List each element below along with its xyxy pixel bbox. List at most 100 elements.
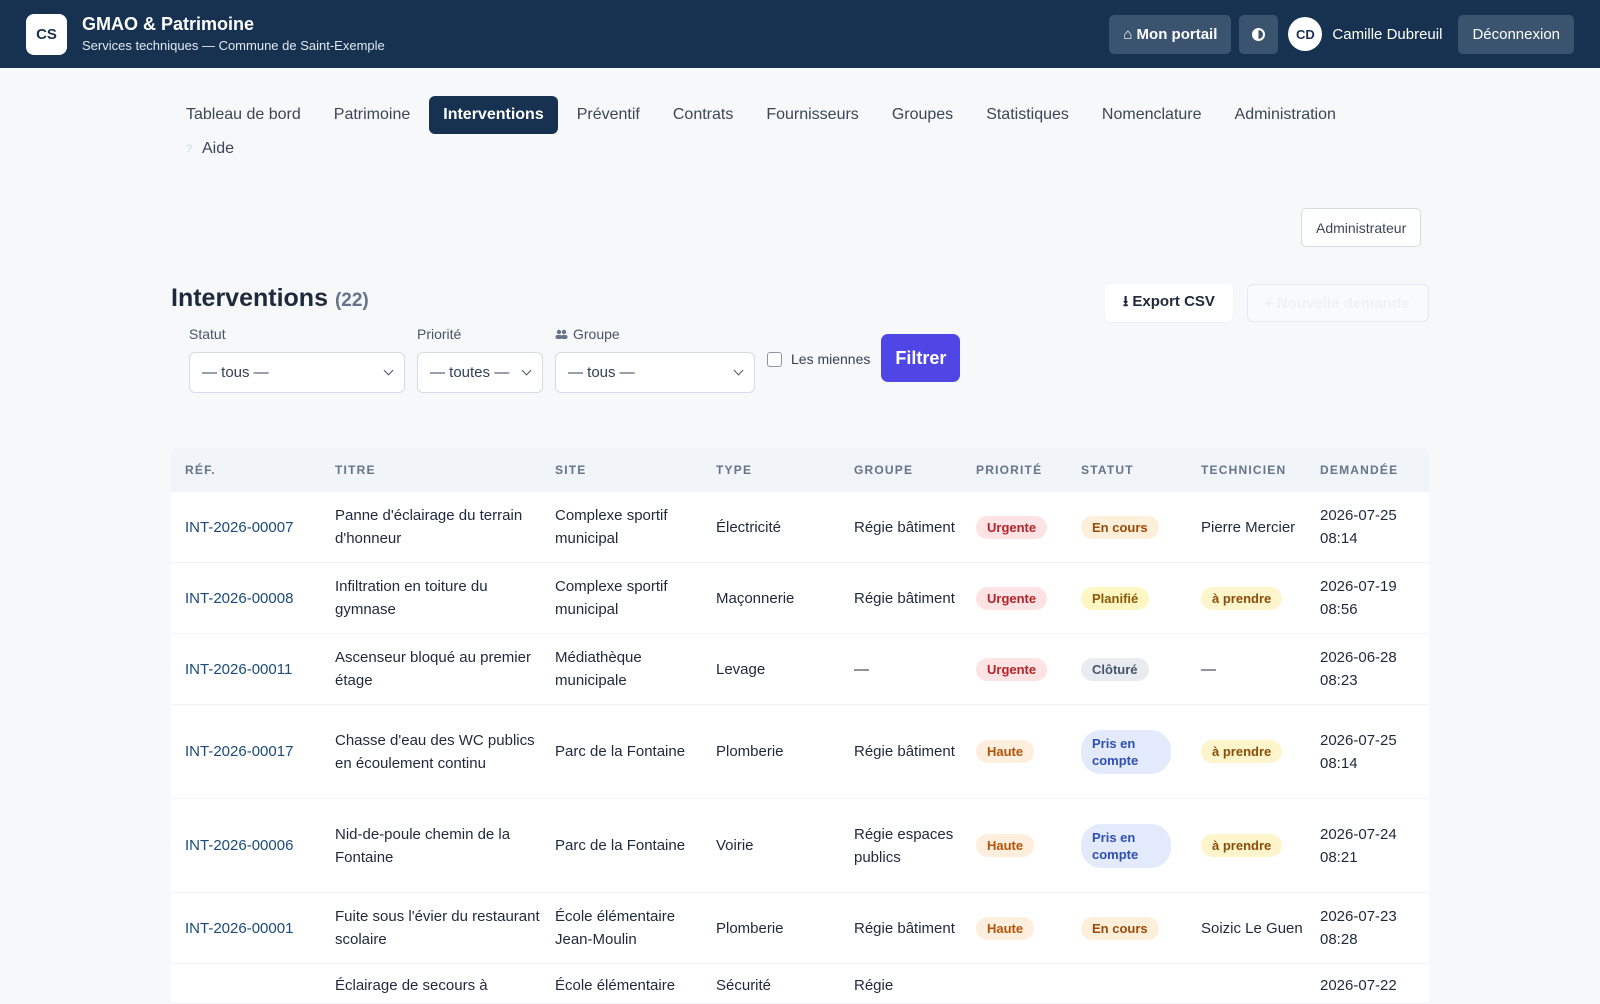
cell-group: —	[854, 660, 869, 678]
cell-date: 2026-07-22	[1320, 977, 1397, 994]
column-header[interactable]: DEMANDÉE	[1306, 463, 1429, 477]
column-header[interactable]: TITRE	[321, 463, 541, 477]
status-select-value: — tous —	[202, 364, 269, 381]
cell-site: Médiathèque municipale	[555, 649, 642, 689]
table-row[interactable]: INT-2026-00011 Ascenseur bloqué au premie…	[171, 634, 1429, 705]
cell-status: En cours	[1067, 916, 1187, 940]
priority-select[interactable]: — toutes —	[417, 352, 543, 393]
cell-tech: à prendre	[1187, 586, 1306, 610]
group-select[interactable]: — tous —	[555, 352, 755, 393]
table-row[interactable]: INT-2026-00007 Panne d'éclairage du terra…	[171, 492, 1429, 563]
nav-tab[interactable]: Préventif	[563, 96, 654, 134]
result-count: (22)	[334, 290, 369, 311]
column-header[interactable]: TECHNICIEN	[1187, 463, 1306, 477]
role-button[interactable]: Administrateur	[1301, 208, 1422, 247]
table-row[interactable]: Éclairage de secours à École élémentaire S…	[171, 964, 1429, 1004]
table-body: INT-2026-00007 Panne d'éclairage du terra…	[171, 492, 1429, 1004]
brand: GMAO & Patrimoine Services techniques — …	[82, 13, 385, 55]
cell-ref[interactable]: INT-2026-00006	[171, 834, 321, 857]
cell-site: École élémentaire	[555, 977, 676, 994]
filter-button[interactable]: Filtrer	[881, 334, 961, 382]
column-header[interactable]: RÉF.	[171, 463, 321, 477]
chevron-down-icon	[733, 365, 744, 376]
nav-tab[interactable]: Nomenclature	[1088, 96, 1216, 134]
cell-priority: Haute	[962, 916, 1067, 940]
cell-site: Parc de la Fontaine	[555, 743, 686, 760]
cell-title: Infiltration en toiture du gymnase	[335, 578, 488, 618]
column-header[interactable]: SITE	[541, 463, 702, 477]
priority-select-value: — toutes —	[430, 364, 510, 381]
cell-type: Électricité	[716, 518, 782, 536]
unassigned-badge: à prendre	[1201, 740, 1283, 763]
table-row[interactable]: INT-2026-00017 Chasse d'eau des WC public…	[171, 705, 1429, 799]
nav-tab[interactable]: Contrats	[659, 96, 747, 134]
cell-type: Sécurité	[716, 977, 772, 994]
cell-title: Ascenseur bloqué au premier étage	[335, 649, 531, 689]
nav-tab[interactable]: Administration	[1221, 96, 1350, 134]
cell-tech: Soizic Le Guen	[1201, 919, 1303, 937]
cell-tech: —	[1201, 660, 1216, 678]
logout-button[interactable]: Déconnexion	[1458, 14, 1574, 54]
column-header[interactable]: PRIORITÉ	[962, 463, 1067, 477]
nav-item-help[interactable]: Aide	[202, 140, 234, 158]
nav-tab[interactable]: Fournisseurs	[752, 96, 872, 134]
status-select[interactable]: — tous —	[189, 352, 405, 393]
status-badge: Planifié	[1081, 586, 1150, 610]
table-row[interactable]: INT-2026-00008 Infiltration en toiture du…	[171, 563, 1429, 634]
nav-tab[interactable]: Tableau de bord	[172, 96, 315, 134]
mine-checkbox-label: Les miennes	[791, 351, 871, 367]
cell-priority: Urgente	[962, 586, 1067, 610]
priority-badge: Urgente	[976, 586, 1048, 610]
mine-checkbox[interactable]	[767, 351, 782, 367]
app-subtitle: Services techniques — Commune de Saint-E…	[82, 38, 385, 53]
cell-title: Fuite sous l'évier du restaurant scolair…	[335, 908, 540, 948]
cell-tech: à prendre	[1187, 740, 1306, 763]
nav-tab[interactable]: Groupes	[878, 96, 967, 134]
cell-group: Régie bâtiment	[854, 589, 955, 607]
table-row[interactable]: INT-2026-00001 Fuite sous l'évier du rest…	[171, 893, 1429, 964]
cell-ref[interactable]: INT-2026-00008	[171, 587, 321, 610]
cell-status: Pris en compte	[1067, 823, 1187, 868]
cell-ref[interactable]: INT-2026-00017	[171, 740, 321, 763]
cell-date: 2026-06-28 08:23	[1320, 649, 1397, 689]
cell-type: Voirie	[716, 837, 754, 854]
cell-group: Régie bâtiment	[854, 919, 955, 937]
cell-group: Régie espaces publics	[854, 825, 954, 866]
portal-button[interactable]: ⌂ Mon portail	[1109, 14, 1232, 54]
nav-tabs: Tableau de bord Patrimoine Interventions Pr…	[172, 96, 1600, 134]
cell-type: Plomberie	[716, 919, 784, 937]
priority-filter: Priorité — toutes —	[417, 325, 543, 393]
cell-ref[interactable]: INT-2026-00001	[171, 917, 321, 940]
nav-tab[interactable]: Interventions	[429, 96, 558, 134]
column-header[interactable]: STATUT	[1067, 463, 1187, 477]
column-header[interactable]: TYPE	[702, 463, 840, 477]
cell-status: Pris en compte	[1067, 729, 1187, 774]
cell-group: Régie bâtiment	[854, 743, 955, 760]
cell-title: Chasse d'eau des WC publics en écoulemen…	[335, 731, 535, 772]
status-badge: En cours	[1081, 515, 1159, 539]
nav-tab[interactable]: Patrimoine	[320, 96, 424, 134]
cell-site: Complexe sportif municipal	[555, 578, 668, 618]
export-csv-button[interactable]: ⭳ Export CSV	[1105, 284, 1233, 322]
cell-priority: Haute	[962, 740, 1067, 763]
group-filter-label: Groupe	[555, 325, 755, 343]
group-filter: Groupe — tous —	[555, 325, 755, 393]
cell-ref[interactable]: INT-2026-00007	[171, 516, 321, 539]
contrast-icon	[1252, 27, 1266, 41]
interventions-table: RÉF. TITRE SITE TYPE GROUPE PRIORITÉ STATUT TEC…	[171, 448, 1429, 1004]
avatar[interactable]: CD	[1288, 17, 1323, 51]
cell-tech: à prendre	[1187, 834, 1306, 857]
cell-type: Maçonnerie	[716, 589, 795, 607]
group-filter-text: Groupe	[573, 326, 620, 342]
table-row[interactable]: INT-2026-00006 Nid-de-poule chemin de la …	[171, 799, 1429, 893]
cell-date: 2026-07-25 08:14	[1320, 507, 1397, 547]
cell-ref[interactable]: INT-2026-00011	[171, 658, 321, 681]
priority-badge: Haute	[976, 916, 1035, 940]
group-select-value: — tous —	[568, 364, 635, 381]
nav-tab[interactable]: Statistiques	[972, 96, 1083, 134]
new-request-button[interactable]: + Nouvelle demande	[1247, 284, 1429, 322]
theme-toggle-button[interactable]	[1239, 14, 1279, 54]
cell-status: Clôturé	[1067, 657, 1187, 681]
column-header[interactable]: GROUPE	[840, 463, 962, 477]
cell-site: Parc de la Fontaine	[555, 837, 686, 854]
